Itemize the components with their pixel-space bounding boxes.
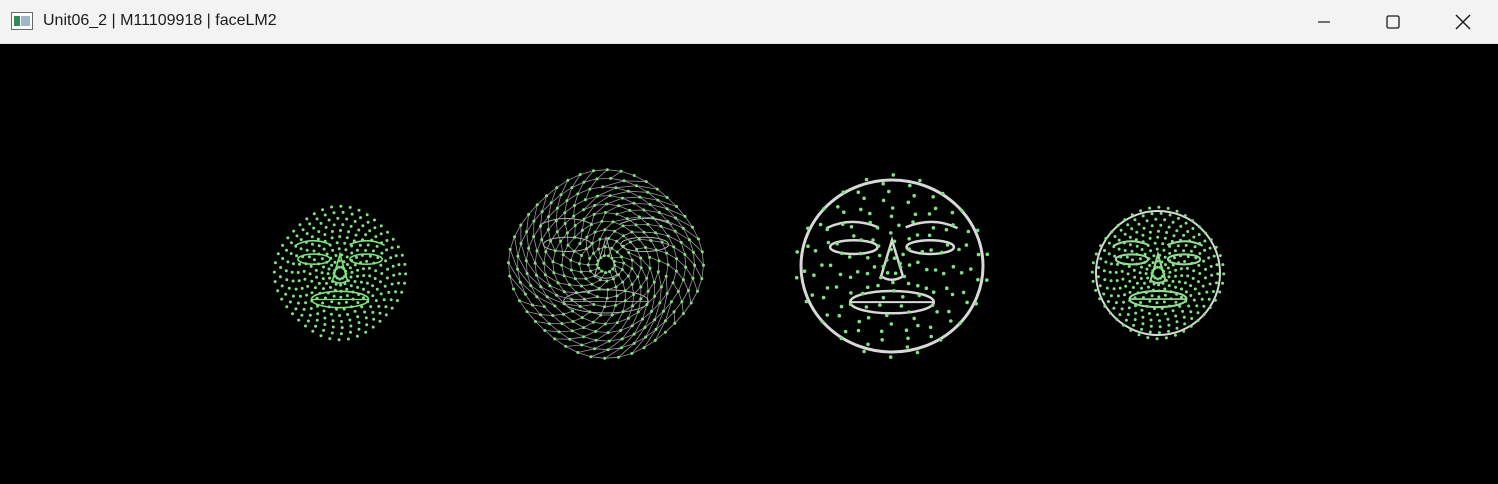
face-4 <box>1090 205 1226 341</box>
maximize-button[interactable] <box>1358 0 1428 44</box>
window-title: Unit06_2 | M11109918 | faceLM2 <box>43 12 277 29</box>
render-canvas[interactable] <box>0 44 1498 484</box>
minimize-button[interactable] <box>1289 0 1359 44</box>
app-icon <box>11 12 33 30</box>
close-icon <box>1455 14 1471 30</box>
title-bar[interactable]: Unit06_2 | M11109918 | faceLM2 <box>0 0 1498 44</box>
maximize-icon <box>1386 15 1400 29</box>
face-landmarks-render <box>272 168 1226 360</box>
face-2 <box>507 168 705 360</box>
face-1 <box>272 204 408 342</box>
close-button[interactable] <box>1428 0 1498 44</box>
minimize-icon <box>1318 21 1330 23</box>
face-3 <box>794 173 990 359</box>
